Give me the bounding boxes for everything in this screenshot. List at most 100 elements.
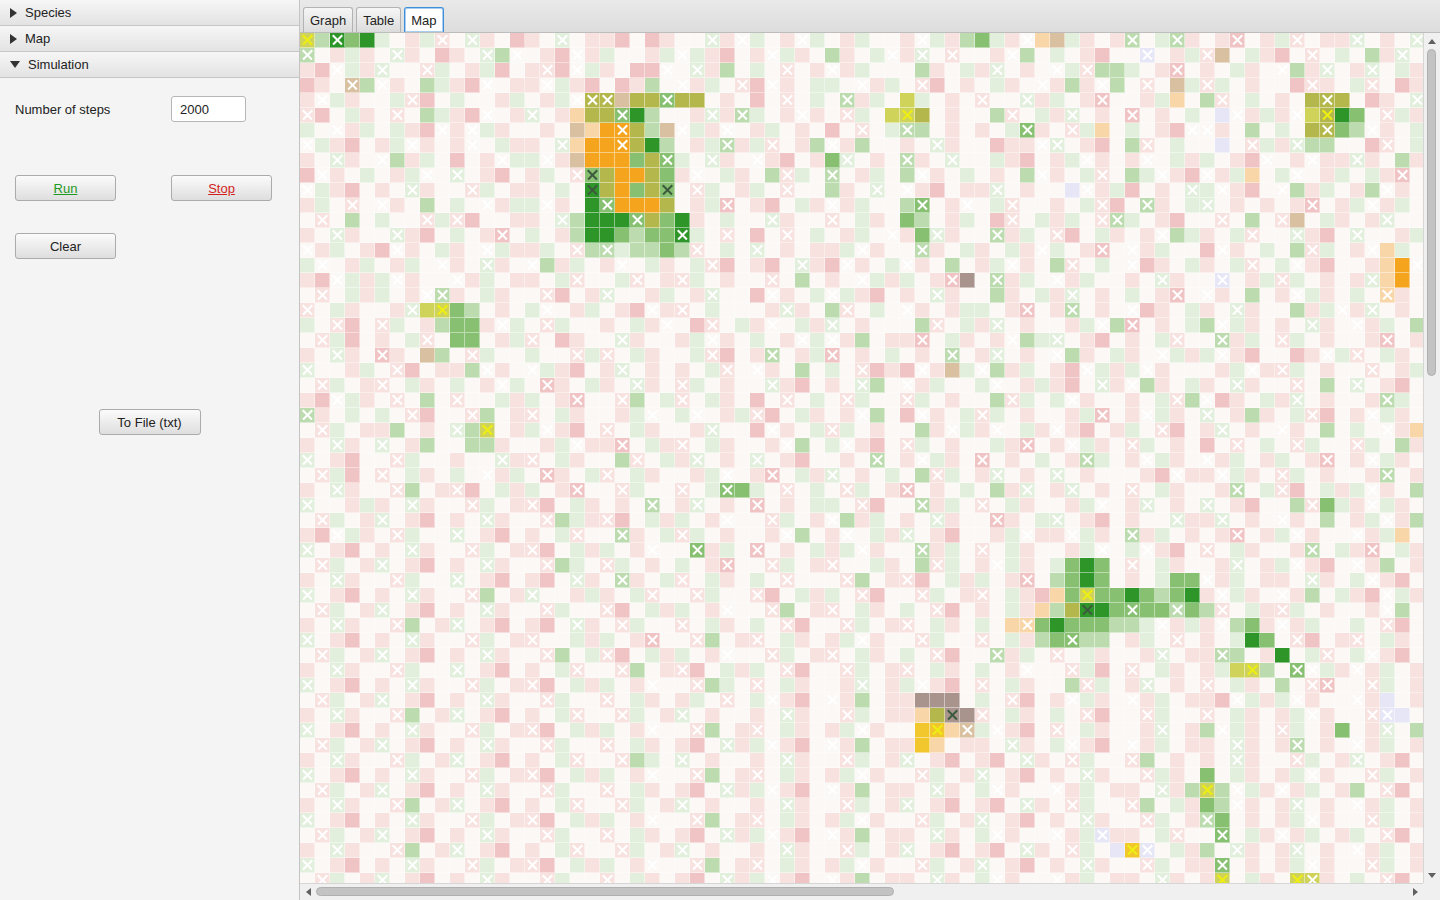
map-cell — [1065, 228, 1080, 243]
map-cell — [375, 138, 390, 153]
accordion-header[interactable]: Map — [0, 26, 299, 52]
map-cell — [720, 333, 735, 348]
steps-input[interactable] — [171, 96, 246, 122]
tab[interactable]: Graph — [303, 7, 353, 32]
cross-icon — [735, 108, 749, 122]
map-cell — [855, 198, 870, 213]
map-cell — [1230, 273, 1245, 288]
map-cell — [1125, 213, 1140, 228]
map-cell — [720, 63, 735, 78]
map-cell — [795, 123, 810, 138]
map-cell — [630, 183, 645, 198]
map-cell — [435, 183, 450, 198]
map-cell — [1395, 303, 1410, 318]
cross-icon — [1155, 228, 1169, 242]
accordion-header[interactable]: Simulation — [0, 52, 299, 78]
clear-button[interactable]: Clear — [15, 233, 116, 259]
cross-icon — [1320, 63, 1334, 77]
map-cell — [540, 153, 555, 168]
map-cell — [1095, 228, 1110, 243]
map-cell — [585, 273, 600, 288]
map-cell — [1110, 153, 1125, 168]
map-cell — [1260, 48, 1275, 63]
map-cell — [300, 33, 315, 48]
map-cell — [1200, 153, 1215, 168]
map-cell — [525, 168, 540, 183]
map-cell — [765, 63, 780, 78]
cross-icon — [1245, 138, 1259, 152]
cross-icon — [315, 213, 329, 227]
map-cell — [885, 138, 900, 153]
map-cell — [450, 153, 465, 168]
map-cell — [1020, 153, 1035, 168]
app-window: SpeciesMapSimulationNumber of stepsRunSt… — [0, 0, 1440, 900]
cross-icon — [765, 348, 779, 362]
map-cell — [300, 333, 315, 348]
control-button[interactable]: Stop — [171, 175, 272, 201]
map-cell — [915, 258, 930, 273]
map-cell — [705, 78, 720, 93]
map-cell — [825, 138, 840, 153]
map-cell — [585, 123, 600, 138]
map-cell — [1035, 168, 1050, 183]
map-cell — [1020, 243, 1035, 258]
map-cell — [1305, 153, 1320, 168]
map-cell — [405, 273, 420, 288]
map-cell — [540, 303, 555, 318]
map-cell — [1365, 213, 1380, 228]
map-cell — [825, 183, 840, 198]
map-cell — [615, 153, 630, 168]
cross-icon — [1020, 123, 1034, 137]
map-cell — [435, 153, 450, 168]
map-cell — [375, 303, 390, 318]
map-cell — [360, 198, 375, 213]
tab[interactable]: Map — [404, 7, 443, 32]
tab[interactable]: Table — [356, 7, 401, 32]
map-cell — [735, 48, 750, 63]
cross-icon — [1065, 123, 1079, 137]
map-cell — [840, 93, 855, 108]
map-cell — [435, 258, 450, 273]
export-button[interactable]: To File (txt) — [99, 409, 201, 435]
map-cell — [750, 48, 765, 63]
map-cell — [1305, 93, 1320, 108]
map-cell — [1275, 78, 1290, 93]
map-cell — [1335, 198, 1350, 213]
map-cell — [585, 138, 600, 153]
cross-icon — [1065, 288, 1079, 302]
map-cell — [1275, 168, 1290, 183]
map-cell — [960, 138, 975, 153]
accordion-header[interactable]: Species — [0, 0, 299, 26]
map-cell — [495, 303, 510, 318]
map-cell — [930, 168, 945, 183]
map-cell — [1260, 318, 1275, 333]
map-cell — [825, 348, 840, 363]
map-cell — [1035, 48, 1050, 63]
map-cell — [525, 138, 540, 153]
map-cell — [705, 153, 720, 168]
cross-icon — [825, 318, 839, 332]
map-cell — [570, 348, 585, 363]
map-cell — [1020, 123, 1035, 138]
map-cell — [1155, 243, 1170, 258]
map-cell — [870, 138, 885, 153]
map-cell — [930, 123, 945, 138]
map-cell — [465, 168, 480, 183]
map-cell — [870, 108, 885, 123]
map-cell — [420, 93, 435, 108]
control-button[interactable]: Run — [15, 175, 116, 201]
map-cell — [510, 48, 525, 63]
map-cell — [1035, 273, 1050, 288]
map-cell — [1140, 48, 1155, 63]
map-cell — [765, 348, 780, 363]
map-cell — [315, 243, 330, 258]
map-cell — [1005, 93, 1020, 108]
cross-icon — [1365, 198, 1379, 212]
map-cell — [795, 258, 810, 273]
map-cell — [465, 48, 480, 63]
map-cell — [780, 318, 795, 333]
map-cell — [435, 108, 450, 123]
cross-icon — [1365, 78, 1379, 92]
cross-icon — [465, 348, 479, 362]
map-cell — [345, 333, 360, 348]
